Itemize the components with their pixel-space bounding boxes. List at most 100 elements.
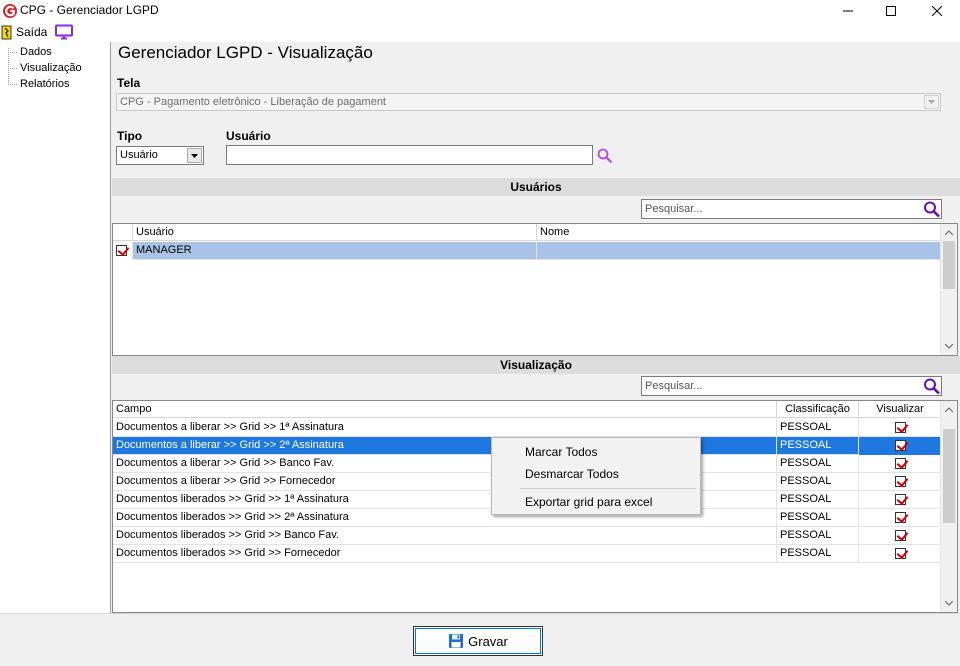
- users-search-placeholder: Pesquisar...: [645, 203, 703, 215]
- search-icon[interactable]: [922, 377, 942, 395]
- cell-visualizar[interactable]: [859, 491, 941, 509]
- table-row[interactable]: Documentos liberados >> Grid >> Forneced…: [113, 545, 941, 563]
- column-header-campo[interactable]: Campo: [113, 401, 777, 418]
- close-icon: [932, 6, 942, 16]
- save-button-label: Gravar: [468, 633, 508, 649]
- maximize-icon: [886, 6, 896, 16]
- view-grid-header: Campo Classificação Visualizar: [113, 401, 941, 418]
- cell-visualizar[interactable]: [859, 545, 941, 563]
- users-grid-scrollbar[interactable]: [940, 224, 957, 355]
- cell-classificacao: PESSOAL: [777, 545, 859, 563]
- tipo-select-value: Usuário: [120, 149, 158, 161]
- minimize-icon: [843, 10, 853, 12]
- cell-campo: Documentos liberados >> Grid >> Banco Fa…: [113, 527, 777, 545]
- users-section-header: Usuários: [112, 178, 960, 196]
- cell-visualizar[interactable]: [859, 455, 941, 473]
- checkbox[interactable]: [894, 529, 906, 541]
- header-spacer: [113, 224, 133, 241]
- menu-item-desmarcar-todos[interactable]: Desmarcar Todos: [525, 467, 619, 481]
- search-icon[interactable]: [597, 148, 613, 164]
- tipo-select[interactable]: Usuário: [116, 146, 204, 165]
- menu-item-exportar-excel[interactable]: Exportar grid para excel: [525, 495, 652, 509]
- minimize-button[interactable]: [825, 0, 871, 22]
- main-panel: Gerenciador LGPD - Visualização Tela CPG…: [112, 42, 960, 613]
- checkbox[interactable]: [894, 475, 906, 487]
- scroll-down-icon[interactable]: [941, 595, 957, 611]
- scroll-up-icon[interactable]: [941, 401, 957, 417]
- scroll-thumb[interactable]: [943, 429, 955, 523]
- floppy-disk-icon: [449, 634, 464, 648]
- table-row[interactable]: MANAGER: [113, 242, 941, 260]
- tela-select[interactable]: CPG - Pagamento eletrônico - Liberação d…: [116, 93, 941, 111]
- tree-connector: [8, 84, 17, 85]
- chevron-down-icon[interactable]: [187, 148, 202, 163]
- view-grid-scrollbar[interactable]: [940, 401, 957, 612]
- tipo-label: Tipo: [117, 129, 143, 143]
- search-icon[interactable]: [922, 200, 942, 218]
- menu-bar: Saída: [0, 22, 960, 42]
- cell-classificacao: PESSOAL: [777, 455, 859, 473]
- table-row[interactable]: Documentos a liberar >> Grid >> 1ª Assin…: [113, 419, 941, 437]
- cell-classificacao: PESSOAL: [777, 509, 859, 527]
- column-header-classificacao[interactable]: Classificação: [777, 401, 859, 418]
- scroll-thumb[interactable]: [943, 241, 955, 289]
- checkbox[interactable]: [894, 457, 906, 469]
- cell-classificacao: PESSOAL: [777, 527, 859, 545]
- chevron-down-icon[interactable]: [924, 95, 939, 109]
- bottom-bar: Gravar: [0, 613, 960, 666]
- row-checkbox-cell[interactable]: [113, 242, 133, 260]
- tree-item-dados[interactable]: Dados: [20, 46, 52, 58]
- users-search-input[interactable]: Pesquisar...: [641, 199, 942, 219]
- cell-visualizar[interactable]: [859, 437, 941, 455]
- page-title: Gerenciador LGPD - Visualização: [118, 43, 373, 62]
- usuario-input[interactable]: [226, 145, 593, 165]
- context-menu: Marcar Todos Desmarcar Todos Exportar gr…: [491, 437, 701, 515]
- users-grid: Usuário Nome MANAGER: [112, 223, 958, 356]
- tree-connector: [8, 52, 17, 53]
- usuario-label: Usuário: [226, 129, 271, 143]
- tela-select-value: CPG - Pagamento eletrônico - Liberação d…: [120, 96, 386, 108]
- cell-visualizar[interactable]: [859, 473, 941, 491]
- checkbox[interactable]: [894, 439, 906, 451]
- title-bar: CPG - Gerenciador LGPD: [0, 0, 960, 22]
- menu-item-marcar-todos[interactable]: Marcar Todos: [525, 445, 597, 459]
- checkbox[interactable]: [116, 244, 127, 256]
- cell-classificacao: PESSOAL: [777, 437, 859, 455]
- maximize-button[interactable]: [868, 0, 914, 22]
- cell-campo: Documentos liberados >> Grid >> Forneced…: [113, 545, 777, 563]
- scroll-up-icon[interactable]: [941, 224, 957, 240]
- view-search-input[interactable]: Pesquisar...: [641, 376, 942, 396]
- checkbox[interactable]: [894, 421, 906, 433]
- cell-campo: Documentos a liberar >> Grid >> 1ª Assin…: [113, 419, 777, 437]
- cell-classificacao: PESSOAL: [777, 473, 859, 491]
- tree-item-relatorios[interactable]: Relatórios: [20, 78, 70, 90]
- monitor-icon[interactable]: [54, 24, 74, 40]
- tree-item-visualizacao[interactable]: Visualização: [20, 62, 82, 74]
- close-button[interactable]: [914, 0, 960, 22]
- view-search-placeholder: Pesquisar...: [645, 380, 703, 392]
- cell-visualizar[interactable]: [859, 419, 941, 437]
- users-grid-header: Usuário Nome: [113, 224, 941, 241]
- exit-door-icon: [1, 25, 12, 39]
- save-button[interactable]: Gravar: [413, 626, 543, 656]
- column-header-usuario[interactable]: Usuário: [133, 224, 537, 241]
- table-row[interactable]: Documentos liberados >> Grid >> Banco Fa…: [113, 527, 941, 545]
- column-header-visualizar[interactable]: Visualizar: [859, 401, 941, 418]
- scroll-down-icon[interactable]: [941, 338, 957, 354]
- cell-visualizar[interactable]: [859, 527, 941, 545]
- window-title: CPG - Gerenciador LGPD: [20, 3, 159, 17]
- cell-classificacao: PESSOAL: [777, 419, 859, 437]
- checkbox[interactable]: [894, 547, 906, 559]
- app-logo-icon: [3, 4, 17, 18]
- menu-exit[interactable]: Saída: [0, 23, 47, 41]
- view-section-header: Visualização: [112, 356, 960, 374]
- checkbox[interactable]: [894, 511, 906, 523]
- cell-visualizar[interactable]: [859, 509, 941, 527]
- checkbox[interactable]: [894, 493, 906, 505]
- column-header-nome[interactable]: Nome: [537, 224, 941, 241]
- tree-connector: [8, 48, 9, 85]
- tela-label: Tela: [117, 76, 141, 90]
- menu-separator: [520, 488, 696, 489]
- cell-classificacao: PESSOAL: [777, 491, 859, 509]
- tree-connector: [8, 68, 17, 69]
